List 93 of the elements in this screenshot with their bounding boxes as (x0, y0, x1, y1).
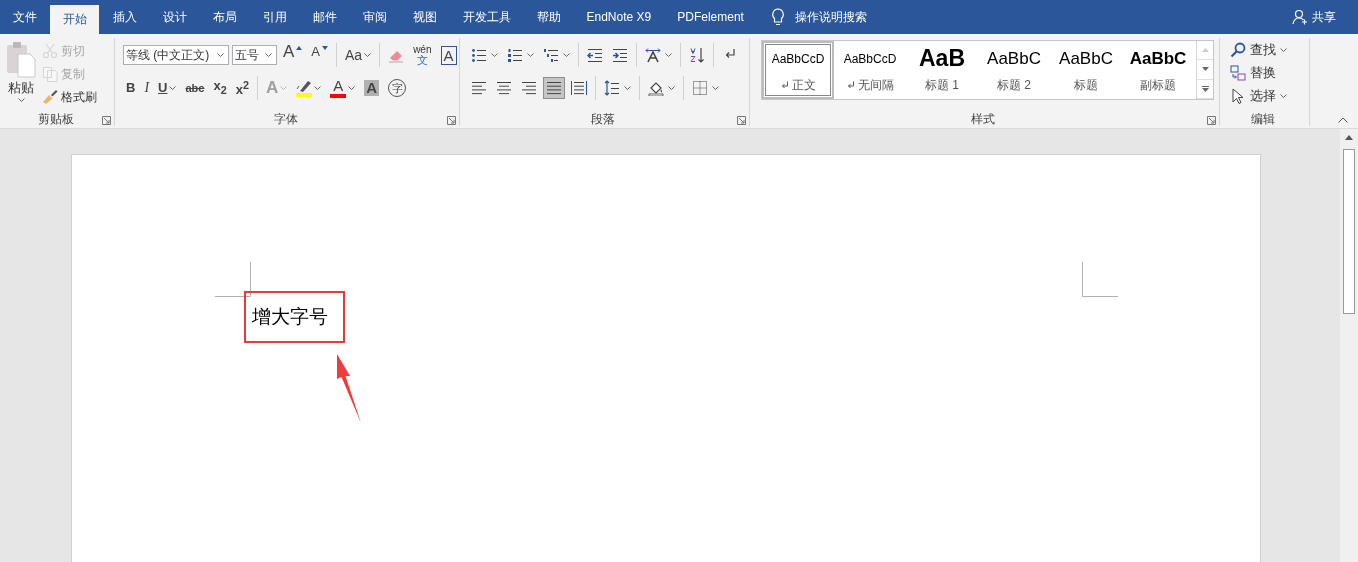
triangle-up-icon (1201, 48, 1209, 53)
ribbon-tab[interactable]: 开始 (50, 5, 99, 34)
chevron-up-icon (1338, 117, 1348, 123)
align-center-icon (496, 80, 512, 96)
justify-button[interactable] (543, 77, 565, 99)
paint-bucket-icon (648, 80, 664, 96)
search-icon (1230, 42, 1246, 58)
select-button[interactable]: 选择 (1230, 87, 1309, 105)
strikethrough-button[interactable]: abc (182, 77, 208, 99)
clipboard-icon (6, 40, 36, 78)
share-button[interactable]: 共享 (1292, 0, 1336, 34)
multilevel-list-icon (543, 47, 559, 63)
ribbon-tab[interactable]: 设计 (150, 0, 199, 34)
painter-button[interactable]: 格式刷 (42, 88, 97, 106)
launcher-icon (102, 116, 111, 125)
dialog-launcher-button[interactable] (1207, 116, 1216, 126)
replace-button[interactable]: 替换 (1230, 64, 1309, 82)
line-spacing-icon (604, 80, 620, 96)
ribbon-tab[interactable]: 文件 (0, 0, 49, 34)
borders-icon (692, 80, 708, 96)
launcher-icon (447, 116, 456, 125)
ribbon-tab[interactable]: PDFelement (664, 0, 757, 34)
paintbrush-icon (42, 89, 58, 105)
grow-font-button[interactable]: A (280, 44, 306, 66)
dialog-launcher-button[interactable] (102, 116, 111, 126)
group-label: 编辑 (1251, 112, 1275, 126)
align-left-icon (471, 80, 487, 96)
document-text: 增大字号 (252, 306, 329, 328)
scissors-icon (42, 43, 58, 59)
launcher-icon (737, 116, 746, 125)
marker-pen-icon (296, 79, 313, 92)
style-item[interactable]: AaBbC 标题 (1050, 41, 1122, 99)
subscript-button[interactable]: x$_{2}$ (210, 77, 230, 99)
group-label: 段落 (591, 112, 615, 126)
superscript-button[interactable]: x$^{2}$ (232, 77, 252, 99)
align-justify-icon (546, 80, 562, 96)
person-plus-icon (1292, 9, 1308, 25)
group-label: 字体 (273, 112, 298, 126)
tell-me-search[interactable]: 操作说明搜索 (771, 0, 868, 34)
dialog-launcher-button[interactable] (737, 116, 746, 126)
ribbon-tab[interactable]: 开发工具 (450, 0, 523, 34)
bullets-icon (471, 47, 487, 63)
ribbon-tab[interactable]: 插入 (100, 0, 149, 34)
sort-icon (689, 47, 705, 63)
copy-icon (42, 66, 58, 82)
ribbon-tab[interactable]: EndNote X9 (574, 0, 664, 34)
increase-indent-icon (612, 47, 628, 63)
triangle-up-icon (296, 46, 303, 50)
triangle-up-icon (1345, 134, 1353, 140)
style-item[interactable]: AaBbCcD 无间隔 (834, 41, 906, 99)
caret-icon (265, 52, 272, 58)
group-label: 剪贴板 (37, 112, 74, 126)
ribbon-tab[interactable]: 帮助 (524, 0, 573, 34)
underline-button[interactable]: U (155, 77, 180, 99)
replace-icon (1230, 65, 1246, 81)
style-item[interactable]: AaBbC 标题 2 (978, 41, 1050, 99)
caret-icon (217, 52, 224, 58)
launcher-icon (1207, 116, 1216, 125)
style-item[interactable]: AaBbCcD 正文 (762, 41, 834, 99)
lightbulb-icon (771, 8, 786, 26)
triangle-down-icon (322, 46, 328, 50)
scrollbar-thumb[interactable] (1343, 149, 1355, 314)
align-right-icon (521, 80, 537, 96)
font-name-dropdown[interactable]: 等线 (中文正文) (123, 45, 229, 65)
paste-button[interactable]: 粘贴 (6, 40, 36, 109)
italic-button[interactable]: I (141, 77, 153, 99)
style-item[interactable]: AaB 标题 1 (906, 41, 978, 99)
font-color-button[interactable]: A (327, 77, 359, 99)
crop-mark (215, 262, 251, 297)
letter-with-arrows-icon (645, 47, 661, 63)
style-item[interactable]: AaBbC 副标题 (1122, 41, 1194, 99)
collapse-ribbon-button[interactable] (1336, 115, 1350, 125)
font-size-dropdown[interactable]: 五号 (232, 45, 277, 65)
change-case-button[interactable]: Aa (342, 44, 375, 66)
group-label: 样式 (971, 112, 995, 126)
more-icon (1201, 85, 1209, 92)
decrease-indent-icon (587, 47, 603, 63)
ribbon-tab[interactable]: 引用 (250, 0, 299, 34)
ribbon-tab[interactable]: 邮件 (300, 0, 349, 34)
cursor-icon (1230, 88, 1246, 104)
triangle-down-icon (1201, 67, 1209, 72)
caret-icon (17, 98, 25, 103)
dialog-launcher-button[interactable] (447, 116, 456, 126)
phonetic-guide-button[interactable]: wén 文 (410, 44, 435, 66)
ribbon-tab[interactable]: 布局 (200, 0, 249, 34)
bold-button[interactable]: B (123, 77, 139, 99)
numbered-list-icon (507, 47, 523, 63)
crop-mark (1082, 262, 1118, 297)
find-button[interactable]: 查找 (1230, 41, 1309, 59)
shrink-font-button[interactable]: A (308, 44, 331, 66)
ribbon-tab[interactable]: 视图 (400, 0, 449, 34)
distributed-align-icon (571, 80, 587, 96)
ribbon-tab[interactable]: 审阅 (350, 0, 399, 34)
